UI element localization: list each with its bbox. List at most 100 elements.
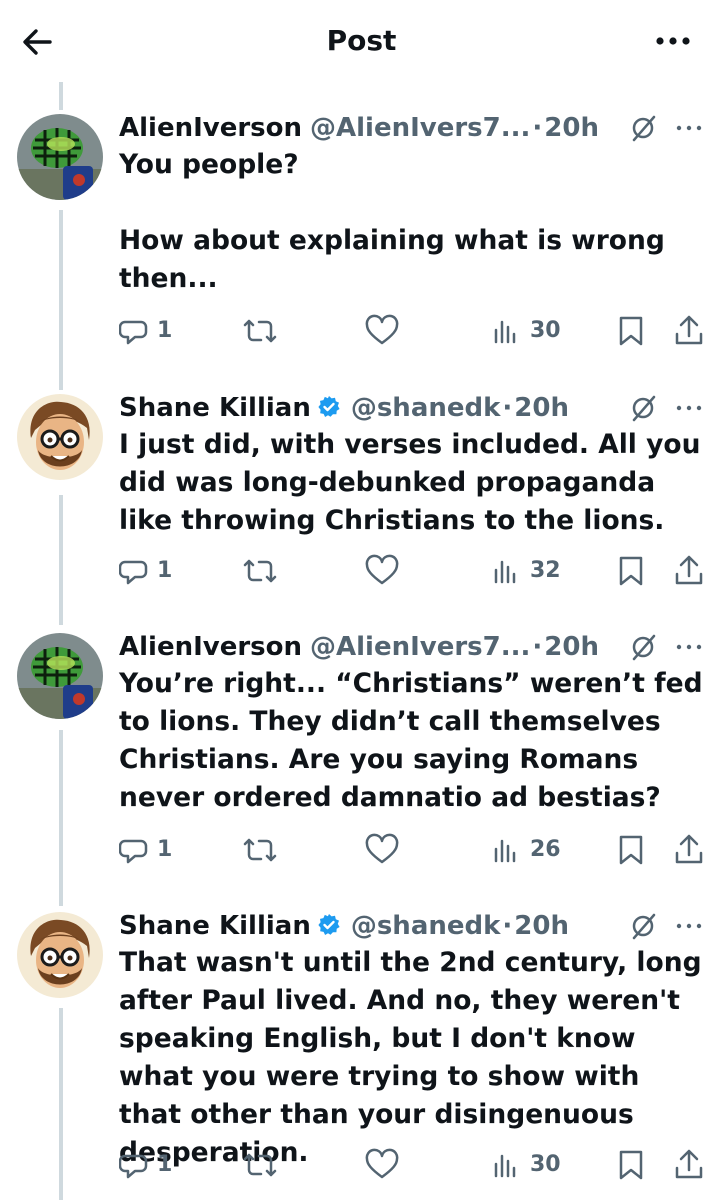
views-chart-icon: [494, 1154, 516, 1178]
avatar[interactable]: [17, 633, 103, 719]
action-bar: 1 30: [0, 314, 723, 350]
author-handle[interactable]: @AlienIvers7...: [310, 632, 530, 662]
views-button[interactable]: 26: [492, 833, 572, 867]
views-button[interactable]: 32: [492, 554, 572, 588]
views-chart-icon: [494, 560, 516, 584]
reply-icon: [119, 320, 148, 345]
grok-icon[interactable]: [630, 114, 658, 142]
views-chart-icon: [494, 839, 516, 863]
reply-count: 1: [157, 318, 173, 343]
view-count: 30: [530, 318, 561, 343]
thread-line: [59, 210, 63, 390]
reply-icon: [119, 839, 148, 864]
views-button[interactable]: 30: [492, 1148, 572, 1182]
author-handle[interactable]: @shanedk: [351, 393, 501, 423]
share-icon: [675, 1149, 703, 1179]
author-name[interactable]: Shane Killian: [119, 911, 311, 941]
top-bar: Post: [0, 0, 723, 80]
post-text: You’re right... “Christians” weren’t fed…: [119, 668, 703, 813]
reply-count: 1: [157, 558, 173, 583]
repost-icon: [243, 838, 277, 862]
like-button[interactable]: [365, 314, 401, 348]
like-button[interactable]: [365, 833, 401, 867]
repost-icon: [243, 1153, 277, 1177]
like-button[interactable]: [365, 554, 401, 588]
repost-button[interactable]: [243, 554, 279, 588]
bookmark-button[interactable]: [616, 554, 646, 588]
reply-button[interactable]: 1: [119, 554, 179, 588]
reply-button[interactable]: 1: [119, 833, 179, 867]
author-handle[interactable]: @shanedk: [351, 911, 501, 941]
more-options-icon[interactable]: [674, 914, 704, 938]
thread-line: [59, 82, 63, 110]
grok-icon[interactable]: [630, 912, 658, 940]
author-name[interactable]: AlienIverson: [119, 113, 302, 143]
more-options-icon[interactable]: [674, 635, 704, 659]
reply-count: 1: [157, 1152, 173, 1177]
post-time[interactable]: 20h: [544, 113, 599, 143]
verified-badge-icon[interactable]: [317, 909, 341, 935]
heart-icon: [365, 1148, 399, 1179]
repost-icon: [243, 559, 277, 583]
view-count: 26: [530, 837, 561, 862]
more-options-icon[interactable]: [674, 396, 704, 420]
share-icon: [675, 555, 703, 585]
repost-button[interactable]: [243, 833, 279, 867]
author-handle[interactable]: @AlienIvers7...: [310, 113, 530, 143]
like-button[interactable]: [365, 1148, 401, 1182]
heart-icon: [365, 554, 399, 585]
post-time[interactable]: 20h: [514, 911, 569, 941]
bookmark-button[interactable]: [616, 833, 646, 867]
bookmark-icon: [619, 1150, 643, 1180]
share-icon: [675, 834, 703, 864]
grok-icon[interactable]: [630, 394, 658, 422]
repost-button[interactable]: [243, 314, 279, 348]
grok-icon[interactable]: [630, 633, 658, 661]
post-text: You people? How about explaining what is…: [119, 149, 665, 294]
author-name[interactable]: Shane Killian: [119, 393, 311, 423]
post-text: I just did, with verses included. All yo…: [119, 429, 701, 536]
bookmark-icon: [619, 556, 643, 586]
reply-button[interactable]: 1: [119, 314, 179, 348]
bookmark-button[interactable]: [616, 1148, 646, 1182]
post-time[interactable]: 20h: [514, 393, 569, 423]
action-bar: 1 26: [0, 833, 723, 869]
reply-count: 1: [157, 837, 173, 862]
separator-dot: ·: [532, 113, 543, 143]
repost-icon: [243, 319, 277, 343]
action-bar: 1 30: [0, 1148, 723, 1184]
separator-dot: ·: [532, 632, 543, 662]
post-time[interactable]: 20h: [544, 632, 599, 662]
avatar[interactable]: [17, 114, 103, 200]
view-count: 32: [530, 558, 561, 583]
more-options-icon[interactable]: [674, 116, 704, 140]
separator-dot: ·: [502, 393, 513, 423]
thread-line: [59, 730, 63, 906]
bookmark-icon: [619, 316, 643, 346]
share-button[interactable]: [674, 554, 704, 588]
share-button[interactable]: [674, 833, 704, 867]
heart-icon: [365, 833, 399, 864]
heart-icon: [365, 314, 399, 345]
verified-badge-icon[interactable]: [317, 391, 341, 417]
reply-icon: [119, 560, 148, 585]
repost-button[interactable]: [243, 1148, 279, 1182]
avatar[interactable]: [17, 394, 103, 480]
more-options-icon[interactable]: [653, 24, 693, 58]
reply-icon: [119, 1154, 148, 1179]
post-text: That wasn't until the 2nd century, long …: [119, 947, 702, 1168]
bookmark-icon: [619, 835, 643, 865]
page-title: Post: [326, 24, 397, 57]
author-name[interactable]: AlienIverson: [119, 632, 302, 662]
views-button[interactable]: 30: [492, 314, 572, 348]
bookmark-button[interactable]: [616, 314, 646, 348]
separator-dot: ·: [502, 911, 513, 941]
view-count: 30: [530, 1152, 561, 1177]
share-button[interactable]: [674, 1148, 704, 1182]
avatar[interactable]: [17, 912, 103, 998]
share-button[interactable]: [674, 314, 704, 348]
share-icon: [675, 315, 703, 345]
reply-button[interactable]: 1: [119, 1148, 179, 1182]
action-bar: 1 32: [0, 554, 723, 590]
views-chart-icon: [494, 320, 516, 344]
